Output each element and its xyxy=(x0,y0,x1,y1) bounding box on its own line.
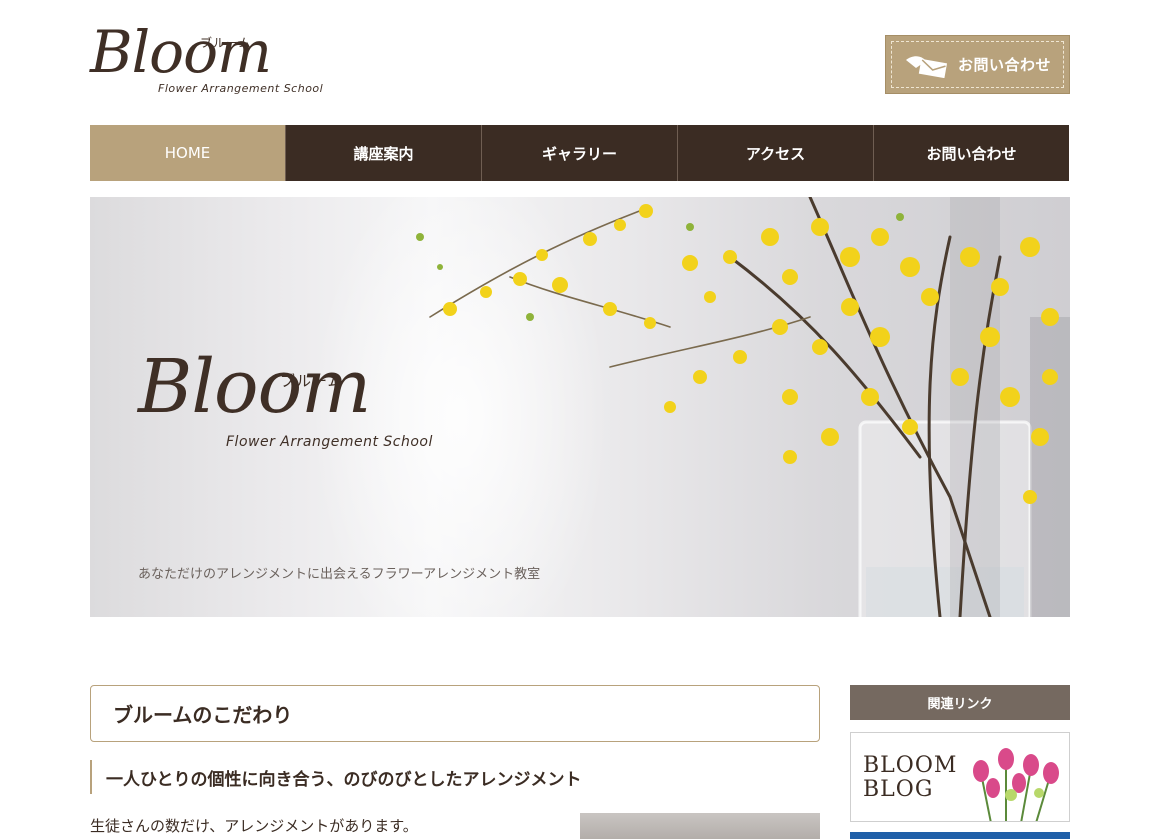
envelope-icon xyxy=(904,52,950,78)
body-paragraph: 生徒さんの数だけ、アレンジメントがあります。 xyxy=(90,817,418,835)
contact-button-label: お問い合わせ xyxy=(957,56,1051,74)
nav-item-access[interactable]: アクセス xyxy=(678,125,874,181)
header-contact-button[interactable]: お問い合わせ xyxy=(885,35,1070,94)
nav-item-home[interactable]: HOME xyxy=(90,125,286,181)
site-logo[interactable]: Bloom ブルーム Flower Arrangement School xyxy=(90,18,330,102)
content-photo xyxy=(580,813,820,839)
main-nav: HOME 講座案内 ギャラリー アクセス お問い合わせ xyxy=(90,125,1069,181)
hero-logo-kana: ブルーム xyxy=(280,372,344,390)
hero-logo-subtitle: Flower Arrangement School xyxy=(226,434,433,450)
sidebar-banner-2[interactable] xyxy=(850,832,1070,839)
logo-script-text: Bloom xyxy=(90,18,272,86)
hero-logo: Bloom ブルーム Flower Arrangement School xyxy=(138,344,458,462)
nav-item-gallery[interactable]: ギャラリー xyxy=(482,125,678,181)
contact-button-frame: お問い合わせ xyxy=(891,41,1064,88)
hero-tagline: あなただけのアレンジメントに出会えるフラワーアレンジメント教室 xyxy=(138,567,541,582)
logo-kana-text: ブルーム xyxy=(200,36,252,50)
section-title: ブルームのこだわり xyxy=(90,685,820,742)
hero-banner: Bloom ブルーム Flower Arrangement School あなた… xyxy=(90,197,1070,617)
nav-item-contact[interactable]: お問い合わせ xyxy=(874,125,1069,181)
sidebar-heading: 関連リンク xyxy=(850,685,1070,720)
tulip-bouquet-image xyxy=(973,748,1059,821)
blog-banner-line1: BLOOM xyxy=(863,753,958,778)
nav-item-courses[interactable]: 講座案内 xyxy=(286,125,482,181)
logo-subtitle: Flower Arrangement School xyxy=(158,82,324,95)
blog-banner-line2: BLOG xyxy=(863,777,934,802)
blog-banner-link[interactable]: BLOOM BLOG xyxy=(850,732,1070,822)
sub-heading: 一人ひとりの個性に向き合う、のびのびとしたアレンジメント xyxy=(90,760,582,794)
